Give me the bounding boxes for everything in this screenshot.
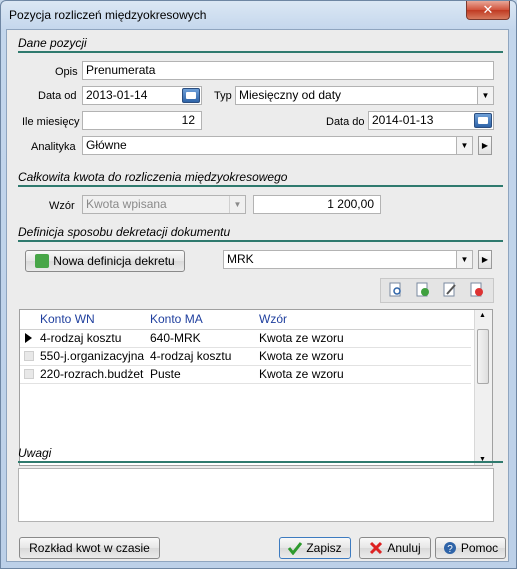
typ-select[interactable]: Miesięczny od daty ▼ — [235, 86, 494, 105]
rozklad-button[interactable]: Rozkład kwot w czasie — [19, 537, 160, 559]
check-icon — [288, 542, 303, 555]
row-indicator-icon — [24, 351, 34, 361]
chevron-down-icon[interactable]: ▼ — [456, 251, 472, 268]
table-row[interactable]: 220-rozrach.budżet Puste Kwota ze wzoru — [20, 365, 471, 384]
calendar-icon[interactable] — [474, 113, 492, 128]
section-divider — [18, 461, 503, 463]
definicja-more-button[interactable]: ▶ — [478, 250, 492, 269]
help-button[interactable]: ? Pomoc — [435, 537, 506, 559]
analityka-value: Główne — [86, 138, 127, 152]
cell-wzor: Kwota ze wzoru — [259, 349, 344, 363]
cancel-button[interactable]: Anuluj — [359, 537, 431, 559]
grid-scrollbar[interactable]: ▲ ▼ — [474, 310, 492, 465]
definicja-select[interactable]: MRK ▼ — [223, 250, 473, 269]
section-kwota: Całkowita kwota do rozliczenia międzyokr… — [18, 170, 288, 184]
window-title: Pozycja rozliczeń międzyokresowych — [9, 8, 207, 22]
wzor-value: Kwota wpisana — [86, 197, 167, 211]
section-uwagi: Uwagi — [18, 446, 52, 460]
edit-icon[interactable] — [442, 282, 458, 298]
help-icon: ? — [443, 542, 456, 555]
svg-text:?: ? — [447, 544, 453, 555]
column-konto-wn[interactable]: Konto WN — [40, 312, 95, 326]
row-indicator-icon — [24, 369, 34, 379]
opis-label: Opis — [55, 66, 78, 78]
table-row[interactable]: 4-rodzaj kosztu 640-MRK Kwota ze wzoru — [20, 329, 471, 348]
help-label: Pomoc — [460, 541, 499, 555]
nowa-definicja-label: Nowa definicja dekretu — [53, 254, 175, 268]
typ-value: Miesięczny od daty — [239, 88, 342, 102]
analityka-select[interactable]: Główne ▼ — [82, 136, 473, 155]
cell-konto-wn: 550-j.organizacyjna — [40, 349, 145, 363]
data-do-label: Data do — [326, 116, 365, 128]
section-definicja: Definicja sposobu dekretacji dokumentu — [18, 225, 231, 239]
data-od-label: Data od — [38, 90, 77, 102]
cell-konto-wn: 4-rodzaj kosztu — [40, 331, 122, 345]
scroll-thumb[interactable] — [477, 329, 489, 384]
section-dane-pozycji: Dane pozycji — [18, 36, 87, 50]
preview-icon[interactable] — [388, 282, 404, 298]
kwota-field[interactable]: 1 200,00 — [253, 195, 381, 214]
delete-icon[interactable] — [469, 282, 485, 298]
save-button[interactable]: Zapisz — [279, 537, 351, 559]
close-icon — [370, 541, 383, 555]
cell-wzor: Kwota ze wzoru — [259, 331, 344, 345]
definicja-value: MRK — [227, 252, 254, 266]
opis-value: Prenumerata — [86, 63, 156, 77]
cell-konto-wn: 220-rozrach.budżet — [40, 367, 144, 381]
table-row[interactable]: 550-j.organizacyjna 4-rodzaj kosztu Kwot… — [20, 347, 471, 366]
ile-miesiecy-value: 12 — [181, 113, 195, 127]
data-od-field[interactable]: 2013-01-14 — [82, 86, 202, 105]
section-divider — [18, 240, 503, 242]
typ-label: Typ — [214, 90, 232, 102]
analityka-label: Analityka — [31, 141, 76, 153]
section-divider — [18, 51, 503, 53]
chevron-down-icon[interactable]: ▼ — [477, 87, 493, 104]
dialog-client-area: Dane pozycji Opis Prenumerata Data od 20… — [6, 29, 509, 562]
save-label: Zapisz — [306, 541, 342, 555]
uwagi-textarea[interactable] — [18, 468, 494, 522]
calendar-icon[interactable] — [182, 88, 200, 103]
column-konto-ma[interactable]: Konto MA — [150, 312, 203, 326]
kwota-value: 1 200,00 — [327, 197, 374, 211]
data-od-value: 2013-01-14 — [86, 88, 148, 102]
cell-konto-ma: Puste — [150, 367, 181, 381]
wzor-label: Wzór — [49, 200, 75, 212]
data-do-value: 2014-01-13 — [372, 113, 434, 127]
row-indicator-icon — [25, 333, 32, 343]
chevron-down-icon[interactable]: ▼ — [456, 137, 472, 154]
cell-konto-ma: 4-rodzaj kosztu — [150, 349, 232, 363]
section-divider — [18, 185, 503, 187]
chevron-down-icon[interactable]: ▼ — [229, 196, 245, 213]
column-wzor[interactable]: Wzór — [259, 312, 287, 326]
nowa-definicja-button[interactable]: Nowa definicja dekretu — [25, 250, 185, 272]
cell-konto-ma: 640-MRK — [150, 331, 201, 345]
scroll-up-icon[interactable]: ▲ — [479, 312, 486, 319]
wzor-select[interactable]: Kwota wpisana ▼ — [82, 195, 246, 214]
opis-field[interactable]: Prenumerata — [82, 61, 494, 80]
cancel-label: Anuluj — [387, 541, 421, 555]
add-icon — [35, 254, 50, 268]
grid-header: Konto WN Konto MA Wzór — [20, 310, 475, 330]
add-row-icon[interactable] — [415, 282, 431, 298]
ile-miesiecy-label: Ile miesięcy — [22, 116, 80, 128]
ile-miesiecy-field[interactable]: 12 — [82, 111, 202, 130]
close-button[interactable]: ✕ — [466, 1, 510, 20]
data-do-field[interactable]: 2014-01-13 — [368, 111, 494, 130]
dekret-grid[interactable]: Konto WN Konto MA Wzór 4-rodzaj kosztu 6… — [19, 309, 493, 466]
cell-wzor: Kwota ze wzoru — [259, 367, 344, 381]
analityka-more-button[interactable]: ▶ — [478, 136, 492, 155]
